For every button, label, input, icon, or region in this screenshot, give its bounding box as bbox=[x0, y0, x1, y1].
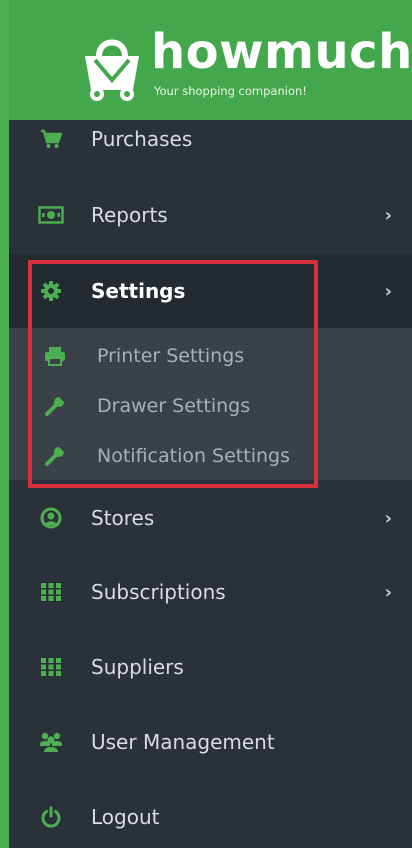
submenu-item-label: Printer Settings bbox=[97, 345, 245, 367]
shopping-bag-icon bbox=[85, 39, 139, 101]
submenu-item-notification-settings[interactable]: Notification Settings bbox=[9, 431, 412, 481]
sidebar-item-subscriptions[interactable]: Subscriptions › bbox=[9, 555, 412, 629]
cart-icon bbox=[38, 126, 64, 152]
chevron-right-icon: › bbox=[384, 280, 392, 302]
power-icon bbox=[38, 804, 64, 830]
wrench-icon bbox=[43, 444, 67, 468]
grid-icon bbox=[38, 579, 64, 605]
sidebar-item-label: User Management bbox=[91, 730, 275, 754]
sidebar-menu: Purchases Reports › Settings › Printer S… bbox=[9, 120, 412, 848]
sidebar-item-user-management[interactable]: User Management bbox=[9, 705, 412, 779]
submenu-item-drawer-settings[interactable]: Drawer Settings bbox=[9, 381, 412, 431]
sidebar-item-logout[interactable]: Logout bbox=[9, 780, 412, 848]
sidebar-item-label: Subscriptions bbox=[91, 580, 226, 604]
chevron-right-icon: › bbox=[384, 507, 392, 529]
printer-icon bbox=[43, 344, 67, 368]
chevron-right-icon: › bbox=[384, 581, 392, 603]
accent-rail bbox=[0, 0, 9, 848]
submenu-item-label: Drawer Settings bbox=[97, 395, 251, 417]
user-circle-icon bbox=[38, 505, 64, 531]
submenu-item-label: Notification Settings bbox=[97, 445, 290, 467]
sidebar-item-suppliers[interactable]: Suppliers bbox=[9, 630, 412, 704]
sidebar-item-label: Purchases bbox=[91, 127, 193, 151]
submenu-item-printer-settings[interactable]: Printer Settings bbox=[9, 331, 412, 381]
sidebar-item-settings[interactable]: Settings › bbox=[9, 254, 412, 328]
brand-name: howmuch bbox=[151, 24, 412, 80]
sidebar-item-label: Suppliers bbox=[91, 655, 184, 679]
sidebar-item-reports[interactable]: Reports › bbox=[9, 178, 412, 252]
chevron-right-icon: › bbox=[384, 204, 392, 226]
brand-tagline: Your shopping companion! bbox=[154, 84, 307, 98]
sidebar-item-label: Settings bbox=[91, 279, 186, 303]
sidebar-item-label: Logout bbox=[91, 805, 160, 829]
sidebar-item-purchases[interactable]: Purchases bbox=[9, 102, 412, 176]
sidebar-app: howmuch Your shopping companion! Purchas… bbox=[0, 0, 412, 848]
sidebar-item-label: Reports bbox=[91, 203, 168, 227]
gear-icon bbox=[38, 278, 64, 304]
users-icon bbox=[38, 729, 64, 755]
cash-icon bbox=[38, 202, 64, 228]
sidebar-item-label: Stores bbox=[91, 506, 155, 530]
wrench-icon bbox=[43, 394, 67, 418]
sidebar-item-stores[interactable]: Stores › bbox=[9, 481, 412, 555]
settings-submenu: Printer Settings Drawer Settings Notific… bbox=[9, 328, 412, 480]
grid-icon bbox=[38, 654, 64, 680]
